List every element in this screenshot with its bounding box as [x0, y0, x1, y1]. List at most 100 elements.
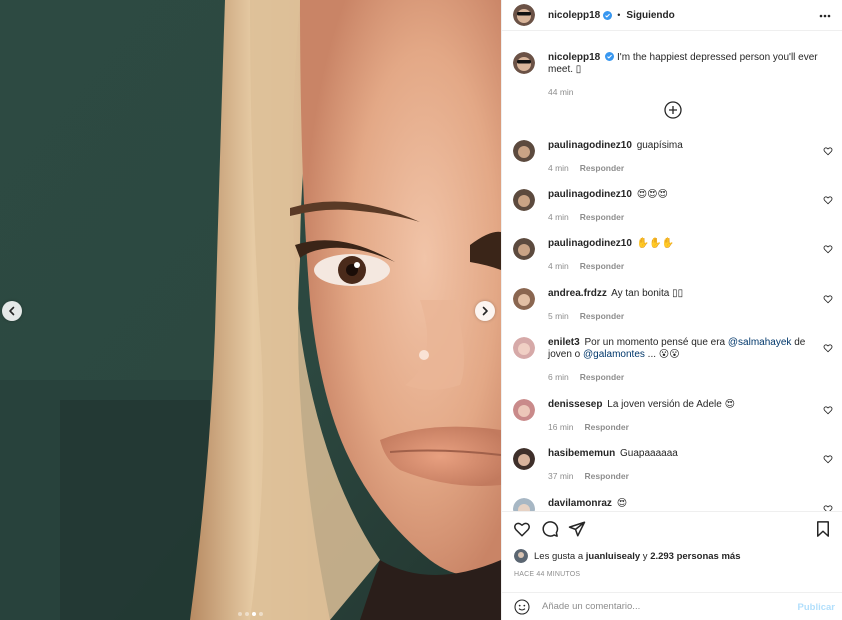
carousel-dot [259, 612, 263, 616]
commenter-avatar[interactable] [513, 337, 535, 359]
plus-circle-icon[interactable] [664, 101, 682, 119]
heart-icon[interactable] [823, 244, 833, 254]
more-options-icon [819, 14, 831, 18]
heart-icon[interactable] [823, 405, 833, 415]
carousel-dot [245, 612, 249, 616]
author-username[interactable]: nicolepp18 [548, 10, 600, 21]
reply-button[interactable]: Responder [580, 261, 624, 271]
comment-item: hasibememun Guapaaaaaa 37 min Responder [513, 448, 833, 482]
liker-avatar[interactable] [514, 549, 528, 563]
comment-text: guapísima [636, 140, 683, 151]
commenter-avatar[interactable] [513, 498, 535, 511]
heart-icon[interactable] [513, 520, 531, 538]
commenter-avatar[interactable] [513, 288, 535, 310]
comment-time: 4 min [548, 261, 569, 271]
bookmark-icon[interactable] [814, 520, 832, 538]
comment-text-start: Por un momento pensé que era [584, 337, 728, 348]
liker-username[interactable]: juanluisealy [586, 551, 640, 562]
carousel-indicator [0, 612, 501, 616]
heart-icon[interactable] [823, 343, 833, 353]
comment-text: ✋✋✋ [636, 238, 675, 249]
comment-time: 4 min [548, 212, 569, 222]
commenter-avatar[interactable] [513, 140, 535, 162]
comment-bubble-icon[interactable] [541, 520, 559, 538]
comment-time: 5 min [548, 311, 569, 321]
publish-button[interactable]: Publicar [798, 602, 836, 613]
caption-username[interactable]: nicolepp18 [548, 52, 600, 63]
post-timestamp: HACE 44 MINUTOS [514, 571, 581, 578]
next-image-button[interactable] [475, 301, 495, 321]
comment-time: 4 min [548, 163, 569, 173]
comment-text: 😍😍😍 [636, 189, 668, 200]
comment-text: 😍 [616, 498, 628, 509]
heart-icon[interactable] [823, 146, 833, 156]
comment-username[interactable]: andrea.frdzz [548, 288, 607, 299]
comment-text: Guapaaaaaa [620, 448, 678, 459]
comment-text: La joven versión de Adele 😍 [607, 399, 735, 410]
heart-icon[interactable] [823, 454, 833, 464]
likes-summary: Les gusta a juanluisealy y 2.293 persona… [514, 549, 741, 563]
comment-input[interactable] [542, 601, 772, 612]
comment-username[interactable]: hasibememun [548, 448, 615, 459]
carousel-dot-active [252, 612, 256, 616]
comment-username[interactable]: paulinagodinez10 [548, 189, 632, 200]
likes-prefix: Les gusta a [534, 550, 584, 562]
reply-button[interactable]: Responder [580, 372, 624, 382]
comment-item: paulinagodinez10 ✋✋✋ 4 min Responder [513, 238, 833, 272]
comment-username[interactable]: davilamonraz [548, 498, 612, 509]
post-side-panel: nicolepp18 • Siguiendo nicolepp18 I'm th… [501, 0, 842, 620]
comment-text-end: ... 😮😮 [644, 349, 680, 360]
comments-section: nicolepp18 I'm the happiest depressed pe… [502, 32, 842, 511]
heart-icon[interactable] [823, 504, 833, 511]
carousel-dot [238, 612, 242, 616]
chevron-right-icon [482, 306, 488, 316]
commenter-avatar[interactable] [513, 448, 535, 470]
action-bar [502, 511, 842, 545]
likes-count[interactable]: 2.293 personas más [650, 551, 740, 562]
heart-icon[interactable] [823, 195, 833, 205]
mention-link[interactable]: @galamontes [583, 349, 645, 360]
commenter-avatar[interactable] [513, 399, 535, 421]
comment-username[interactable]: paulinagodinez10 [548, 238, 632, 249]
following-button[interactable]: Siguiendo [626, 10, 674, 21]
header-separator: • [617, 10, 621, 20]
chevron-left-icon [9, 306, 15, 316]
comment-item: andrea.frdzz Ay tan bonita ▯▯ 5 min Respo… [513, 288, 833, 322]
comment-item: paulinagodinez10 😍😍😍 4 min Responder [513, 189, 833, 223]
emoji-smile-icon[interactable] [514, 598, 530, 615]
comment-item: davilamonraz 😍 [513, 498, 833, 511]
comment-username[interactable]: denissesep [548, 399, 602, 410]
comment-time: 16 min [548, 422, 574, 432]
verified-badge-icon [603, 10, 613, 20]
instagram-post: nicolepp18 • Siguiendo nicolepp18 I'm th… [0, 0, 842, 620]
commenter-avatar[interactable] [513, 189, 535, 211]
comment-composer: Publicar [502, 592, 842, 620]
caption-time: 44 min [548, 87, 574, 97]
reply-button[interactable]: Responder [585, 422, 629, 432]
reply-button[interactable]: Responder [580, 163, 624, 173]
heart-icon[interactable] [823, 294, 833, 304]
likes-connector: y [642, 550, 648, 562]
comment-item: enilet3 Por un momento pensé que era @sa… [513, 337, 833, 383]
comment-username[interactable]: paulinagodinez10 [548, 140, 632, 151]
verified-badge-icon [605, 52, 615, 61]
post-caption: nicolepp18 I'm the happiest depressed pe… [513, 52, 833, 98]
reply-button[interactable]: Responder [580, 212, 624, 222]
comment-time: 37 min [548, 471, 574, 481]
post-photo [0, 0, 501, 620]
comment-text: Ay tan bonita ▯▯ [611, 288, 684, 299]
paper-plane-icon[interactable] [568, 520, 586, 538]
post-header: nicolepp18 • Siguiendo [502, 0, 842, 31]
comment-item: paulinagodinez10 guapísima 4 min Responde… [513, 140, 833, 174]
caption-avatar[interactable] [513, 52, 535, 74]
previous-image-button[interactable] [2, 301, 22, 321]
reply-button[interactable]: Responder [585, 471, 629, 481]
comment-username[interactable]: enilet3 [548, 337, 580, 348]
portrait-photo [0, 0, 501, 620]
comment-item: denissesep La joven versión de Adele 😍 1… [513, 399, 833, 433]
commenter-avatar[interactable] [513, 238, 535, 260]
mention-link[interactable]: @salmahayek [728, 337, 792, 348]
author-avatar[interactable] [513, 4, 535, 26]
more-options-button[interactable] [818, 9, 832, 23]
reply-button[interactable]: Responder [580, 311, 624, 321]
